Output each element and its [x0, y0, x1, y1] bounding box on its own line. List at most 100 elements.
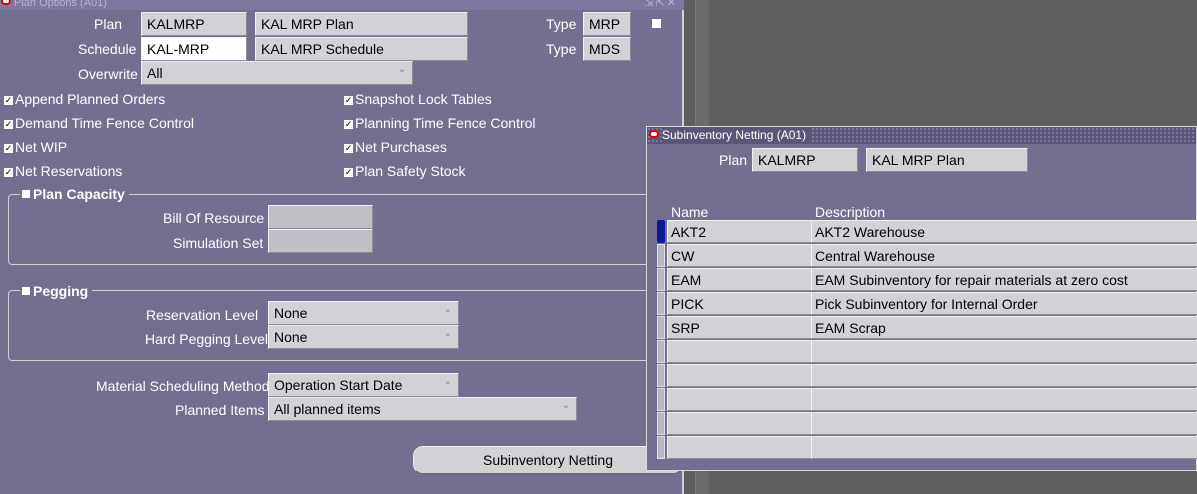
row-selector[interactable]: [657, 268, 665, 291]
chevron-down-icon: ⌄: [443, 376, 452, 387]
sub-plan-label: Plan: [719, 152, 748, 168]
row-selector[interactable]: [657, 388, 665, 411]
description-cell[interactable]: EAM Scrap: [811, 316, 1197, 339]
chevron-down-icon: ⌄: [397, 64, 406, 75]
hard-pegging-level-label: Hard Pegging Level: [145, 331, 268, 347]
oracle-logo-icon: [1, 0, 11, 5]
table-row[interactable]: [667, 340, 1197, 363]
plan-capacity-title-text: Plan Capacity: [33, 186, 125, 202]
name-column-header: Name: [671, 204, 709, 220]
oracle-logo-icon: [649, 130, 659, 138]
name-cell[interactable]: SRP: [667, 316, 812, 339]
planned-items-select[interactable]: All planned items ⌄: [268, 397, 577, 421]
sub-plan-description-field[interactable]: KAL MRP Plan: [866, 148, 1028, 172]
demand-time-fence-checkbox[interactable]: ✓ Demand Time Fence Control: [4, 115, 194, 131]
material-scheduling-method-select[interactable]: Operation Start Date ⌄: [268, 373, 459, 397]
plan-label: Plan: [94, 16, 123, 32]
description-cell[interactable]: [811, 340, 1197, 363]
bill-of-resource-label: Bill Of Resource: [163, 210, 265, 226]
subinventory-netting-window: Subinventory Netting (A01) Plan KALMRP K…: [646, 126, 1197, 471]
name-cell[interactable]: [667, 364, 812, 387]
description-cell[interactable]: EAM Subinventory for repair materials at…: [811, 268, 1197, 291]
checkbox-checked-icon: ✓: [344, 167, 353, 177]
schedule-description-field[interactable]: KAL MRP Schedule: [255, 37, 468, 61]
checkbox-label: Append Planned Orders: [15, 91, 166, 107]
subinventory-netting-title-bar[interactable]: Subinventory Netting (A01): [647, 127, 1196, 144]
pegging-title-text: Pegging: [33, 283, 89, 299]
description-cell[interactable]: [811, 388, 1197, 411]
row-selector-active[interactable]: [657, 220, 665, 243]
square-icon: [22, 287, 30, 295]
subinventory-netting-title: Subinventory Netting (A01): [662, 128, 811, 142]
name-cell[interactable]: [667, 388, 812, 411]
schedule-type-field[interactable]: MDS: [583, 37, 631, 61]
checkbox-checked-icon: ✓: [344, 95, 353, 105]
row-selector[interactable]: [657, 412, 665, 435]
table-row[interactable]: EAM EAM Subinventory for repair materials…: [667, 268, 1197, 291]
plan-field[interactable]: KALMRP: [141, 12, 247, 36]
description-cell[interactable]: Central Warehouse: [811, 244, 1197, 267]
chevron-down-icon: ⌄: [561, 400, 570, 411]
hard-pegging-level-value: None: [274, 329, 308, 345]
chevron-down-icon: ⌄: [443, 304, 452, 315]
checkbox-checked-icon: ✓: [4, 119, 13, 129]
snapshot-lock-tables-checkbox[interactable]: ✓ Snapshot Lock Tables: [344, 91, 492, 107]
plan-flag-checkbox[interactable]: [652, 16, 663, 32]
append-planned-orders-checkbox[interactable]: ✓ Append Planned Orders: [4, 91, 165, 107]
planning-time-fence-checkbox[interactable]: ✓ Planning Time Fence Control: [344, 115, 536, 131]
row-selector[interactable]: [657, 340, 665, 363]
schedule-field[interactable]: KAL-MRP: [141, 37, 247, 61]
checkbox-label: Net Reservations: [15, 163, 123, 179]
name-cell[interactable]: AKT2: [667, 220, 812, 243]
plan-safety-stock-checkbox[interactable]: ✓ Plan Safety Stock: [344, 163, 466, 179]
row-selector[interactable]: [657, 244, 665, 267]
table-row[interactable]: AKT2 AKT2 Warehouse: [667, 220, 1197, 243]
sub-plan-field[interactable]: KALMRP: [752, 148, 858, 172]
row-selector[interactable]: [657, 316, 665, 339]
plan-description-field[interactable]: KAL MRP Plan: [255, 12, 468, 36]
table-row[interactable]: [667, 364, 1197, 387]
description-cell[interactable]: [811, 364, 1197, 387]
description-cell[interactable]: [811, 436, 1197, 459]
simulation-set-field[interactable]: [268, 229, 373, 253]
material-scheduling-method-label: Material Scheduling Method: [96, 378, 270, 394]
name-cell[interactable]: CW: [667, 244, 812, 267]
planned-items-label: Planned Items: [175, 402, 265, 418]
window-controls-icon[interactable]: ⇲⇱✕: [644, 0, 678, 9]
table-row[interactable]: PICK Pick Subinventory for Internal Order: [667, 292, 1197, 315]
overwrite-label: Overwrite: [78, 66, 138, 82]
checkbox-checked-icon: ✓: [4, 167, 13, 177]
square-icon: [22, 190, 30, 198]
name-cell[interactable]: EAM: [667, 268, 812, 291]
hard-pegging-level-select[interactable]: None ⌄: [268, 325, 459, 349]
net-wip-checkbox[interactable]: ✓ Net WIP: [4, 139, 67, 155]
plan-options-window: Plan Options (A01) ⇲⇱✕ Plan KALMRP KAL M…: [0, 0, 684, 494]
table-row[interactable]: [667, 412, 1197, 435]
row-selector[interactable]: [657, 292, 665, 315]
description-cell[interactable]: AKT2 Warehouse: [811, 220, 1197, 243]
overwrite-select[interactable]: All ⌄: [141, 61, 413, 85]
table-row[interactable]: CW Central Warehouse: [667, 244, 1197, 267]
reservation-level-select[interactable]: None ⌄: [268, 301, 459, 325]
table-row[interactable]: SRP EAM Scrap: [667, 316, 1197, 339]
description-cell[interactable]: [811, 412, 1197, 435]
name-cell[interactable]: PICK: [667, 292, 812, 315]
checkbox-label: Net WIP: [15, 139, 68, 155]
net-reservations-checkbox[interactable]: ✓ Net Reservations: [4, 163, 122, 179]
name-cell[interactable]: [667, 412, 812, 435]
subinventory-netting-button[interactable]: Subinventory Netting: [413, 446, 683, 474]
net-purchases-checkbox[interactable]: ✓ Net Purchases: [344, 139, 447, 155]
table-row[interactable]: [667, 436, 1197, 459]
pegging-title: Pegging: [20, 283, 93, 299]
description-cell[interactable]: Pick Subinventory for Internal Order: [811, 292, 1197, 315]
name-cell[interactable]: [667, 340, 812, 363]
checkbox-checked-icon: ✓: [344, 119, 353, 129]
row-selector[interactable]: [657, 364, 665, 387]
name-cell[interactable]: [667, 436, 812, 459]
table-row[interactable]: [667, 388, 1197, 411]
row-selector[interactable]: [657, 436, 665, 459]
plan-options-title: Plan Options (A01): [14, 0, 107, 9]
checkbox-label: Planning Time Fence Control: [355, 115, 536, 131]
plan-type-field[interactable]: MRP: [583, 12, 631, 36]
bill-of-resource-field[interactable]: [268, 205, 373, 229]
